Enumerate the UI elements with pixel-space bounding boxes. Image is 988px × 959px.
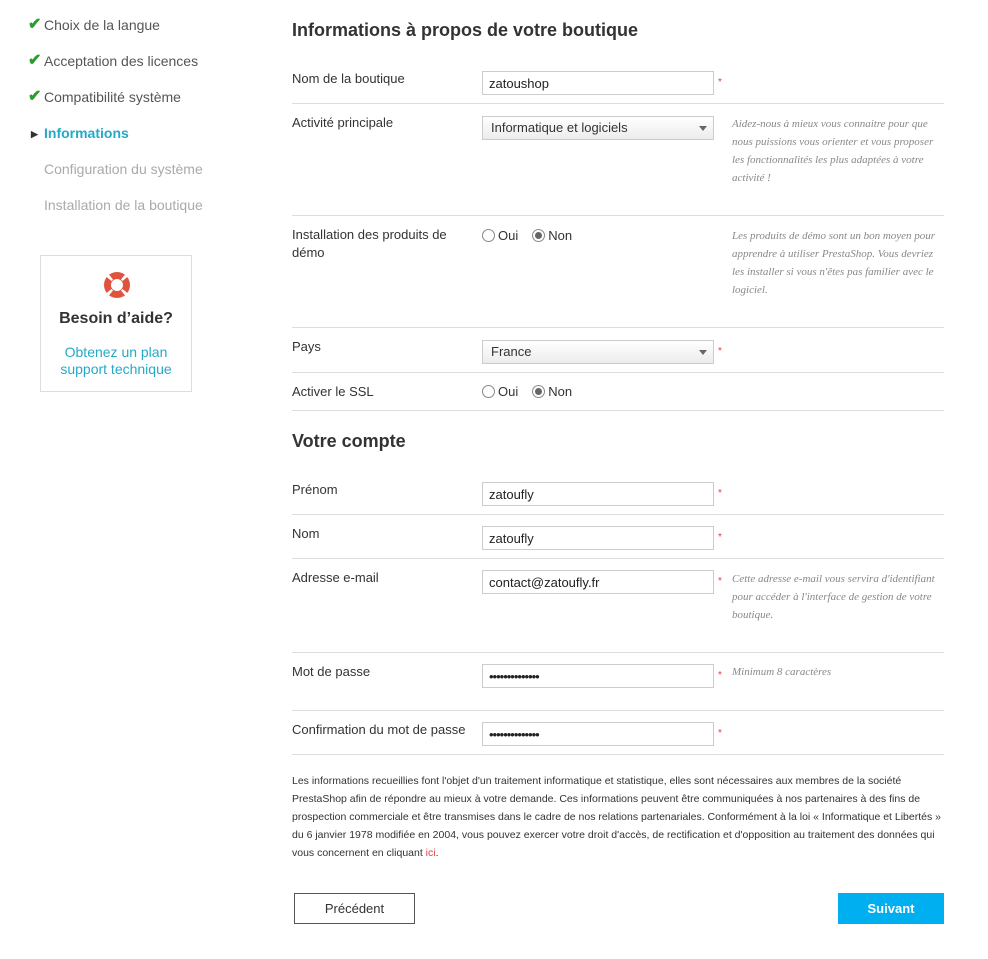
lifebuoy-icon (104, 272, 130, 298)
activity-select[interactable]: Informatique et logiciels (482, 116, 714, 140)
password-confirm-label: Confirmation du mot de passe (292, 722, 466, 737)
help-box: Besoin d’aide? Obtenez un plan support t… (40, 255, 192, 392)
help-link-line: Obtenez un plan (64, 344, 168, 360)
install-steps: ✔ Choix de la langue ✔ Acceptation des l… (28, 15, 203, 231)
step-label: Compatibilité système (44, 89, 181, 105)
step-label: Informations (44, 125, 129, 141)
step-label: Installation de la boutique (44, 197, 203, 213)
demo-no-label: Non (548, 228, 573, 243)
ssl-yes-label: Oui (498, 384, 519, 399)
lastname-input[interactable] (482, 526, 714, 550)
chevron-down-icon (699, 126, 707, 131)
country-label: Pays (292, 339, 321, 354)
row-activity: Activité principale Informatique et logi… (292, 104, 944, 216)
shop-name-input[interactable] (482, 71, 714, 95)
account-section-title: Votre compte (292, 431, 406, 451)
shop-name-label: Nom de la boutique (292, 71, 405, 86)
checkmark-icon: ✔ (28, 88, 42, 105)
required-mark: * (718, 728, 722, 739)
password-hint: Minimum 8 caractères (732, 666, 832, 678)
required-mark: * (718, 488, 722, 499)
ssl-yes-radio[interactable] (482, 385, 495, 398)
help-link-line: support technique (60, 361, 172, 377)
checkmark-icon: ✔ (28, 52, 42, 69)
legal-notice: Les informations recueillies font l'obje… (292, 772, 952, 862)
email-label: Adresse e-mail (292, 570, 379, 585)
password-confirm-input[interactable] (482, 722, 714, 746)
row-email: Adresse e-mail * Cette adresse e-mail vo… (292, 559, 944, 653)
caret-right-icon: ▶ (31, 129, 38, 139)
lastname-label: Nom (292, 526, 320, 541)
password-label: Mot de passe (292, 664, 371, 679)
activity-label: Activité principale (292, 115, 394, 130)
ssl-no-label: Non (548, 384, 573, 399)
step-system-config: Configuration du système (28, 159, 203, 195)
row-shop-name: Nom de la boutique * (292, 60, 944, 104)
step-compatibility: ✔ Compatibilité système (28, 87, 203, 123)
row-lastname: Nom * (292, 515, 944, 559)
support-plan-link[interactable]: Obtenez un plan support technique (41, 344, 191, 378)
step-language: ✔ Choix de la langue (28, 15, 203, 51)
activity-selected-value: Informatique et logiciels (491, 120, 628, 135)
ssl-radios: Oui Non (482, 384, 586, 399)
row-password-confirm: Confirmation du mot de passe * (292, 711, 944, 755)
activity-hint: Aidez-nous à mieux vous connaitre pour q… (732, 118, 934, 184)
step-licenses: ✔ Acceptation des licences (28, 51, 203, 87)
row-country: Pays France * (292, 328, 944, 373)
row-demo-products: Installation des produits de démo Oui No… (292, 216, 944, 328)
ssl-label: Activer le SSL (292, 384, 374, 399)
step-informations: ▶ Informations (28, 123, 203, 159)
step-label: Acceptation des licences (44, 53, 199, 69)
legal-link[interactable]: ici (426, 847, 436, 859)
email-input[interactable] (482, 570, 714, 594)
row-password: Mot de passe * Minimum 8 caractères (292, 653, 944, 711)
required-mark: * (718, 576, 722, 587)
checkmark-icon: ✔ (28, 16, 42, 33)
next-button[interactable]: Suivant (838, 893, 944, 924)
country-select[interactable]: France (482, 340, 714, 364)
required-mark: * (718, 532, 722, 543)
demo-yes-radio[interactable] (482, 229, 495, 242)
step-shop-install: Installation de la boutique (28, 195, 203, 231)
row-firstname: Prénom * (292, 471, 944, 515)
firstname-label: Prénom (292, 482, 338, 497)
step-label: Choix de la langue (44, 17, 160, 33)
legal-text: Les informations recueillies font l'obje… (292, 775, 941, 859)
step-label: Configuration du système (44, 161, 203, 177)
previous-button[interactable]: Précédent (294, 893, 415, 924)
help-title: Besoin d’aide? (59, 310, 173, 327)
demo-no-radio[interactable] (532, 229, 546, 242)
chevron-down-icon (699, 350, 707, 355)
shop-section-title: Informations à propos de votre boutique (292, 20, 639, 40)
password-input[interactable] (482, 664, 714, 688)
row-ssl: Activer le SSL Oui Non (292, 373, 944, 411)
required-mark: * (718, 346, 722, 357)
email-hint: Cette adresse e-mail vous servira d'iden… (732, 573, 935, 621)
demo-products-hint: Les produits de démo sont un bon moyen p… (732, 230, 936, 296)
demo-products-radios: Oui Non (482, 228, 586, 243)
country-selected-value: France (491, 344, 532, 359)
required-mark: * (718, 77, 722, 88)
demo-yes-label: Oui (498, 228, 519, 243)
firstname-input[interactable] (482, 482, 714, 506)
ssl-no-radio[interactable] (532, 385, 546, 398)
required-mark: * (718, 670, 722, 681)
legal-end: . (435, 847, 439, 859)
demo-products-label: Installation des produits de démo (292, 227, 447, 260)
